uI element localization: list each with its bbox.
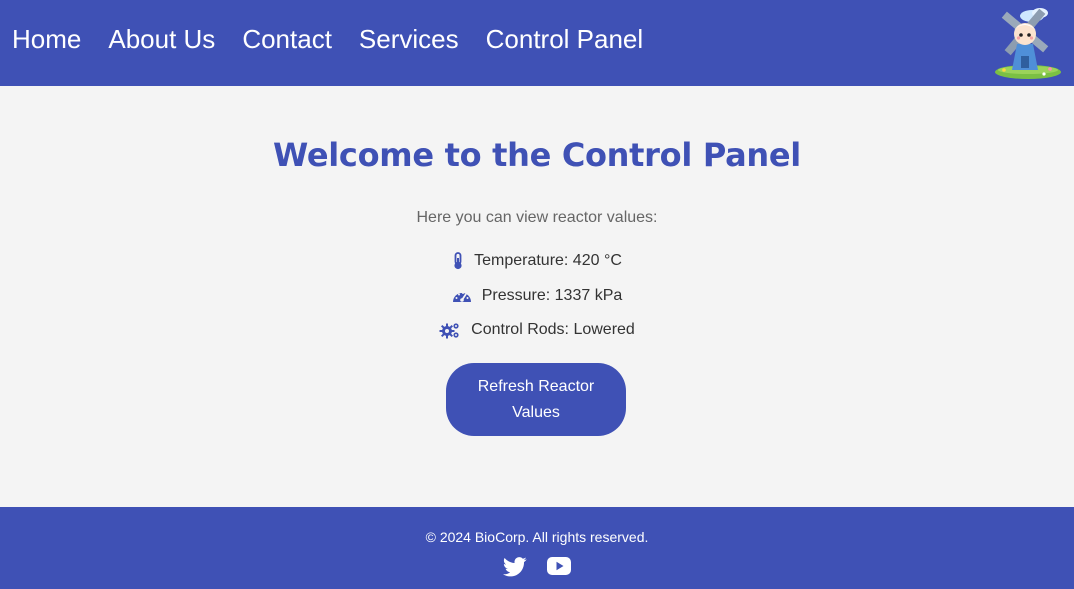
temperature-reading: Temperature: 420 °C: [0, 252, 1074, 270]
youtube-icon[interactable]: [547, 557, 571, 577]
twitter-icon[interactable]: [503, 557, 527, 577]
gears-icon: [439, 321, 461, 339]
nav-home-link[interactable]: Home: [12, 24, 81, 55]
gauge-icon: [452, 288, 472, 304]
windmill-mascot-logo[interactable]: [992, 4, 1064, 80]
pressure-reading: Pressure: 1337 kPa: [0, 287, 1074, 305]
nav-contact-link[interactable]: Contact: [242, 24, 332, 55]
intro-text: Here you can view reactor values:: [416, 209, 658, 226]
main-content: Welcome to the Control Panel Here you ca…: [0, 86, 1074, 507]
copyright-text: © 2024 BioCorp. All rights reserved.: [425, 529, 649, 545]
navbar: Home About Us Contact Services Control P…: [0, 0, 1074, 86]
control-rods-label: Control Rods: Lowered: [471, 321, 635, 338]
pressure-label: Pressure: 1337 kPa: [481, 287, 623, 304]
page-title: Welcome to the Control Panel: [273, 136, 801, 174]
footer: © 2024 BioCorp. All rights reserved.: [0, 507, 1074, 589]
temperature-label: Temperature: 420 °C: [474, 252, 622, 269]
thermometer-icon: [452, 252, 464, 270]
nav-services-link[interactable]: Services: [359, 24, 459, 55]
nav-about-us-link[interactable]: About Us: [108, 24, 215, 55]
refresh-reactor-values-button[interactable]: Refresh Reactor Values: [446, 363, 626, 436]
nav-control-panel-link[interactable]: Control Panel: [486, 24, 644, 55]
nav-links: Home About Us Contact Services Control P…: [0, 0, 658, 78]
control-rods-reading: Control Rods: Lowered: [0, 321, 1074, 339]
social-links: [0, 557, 1074, 577]
